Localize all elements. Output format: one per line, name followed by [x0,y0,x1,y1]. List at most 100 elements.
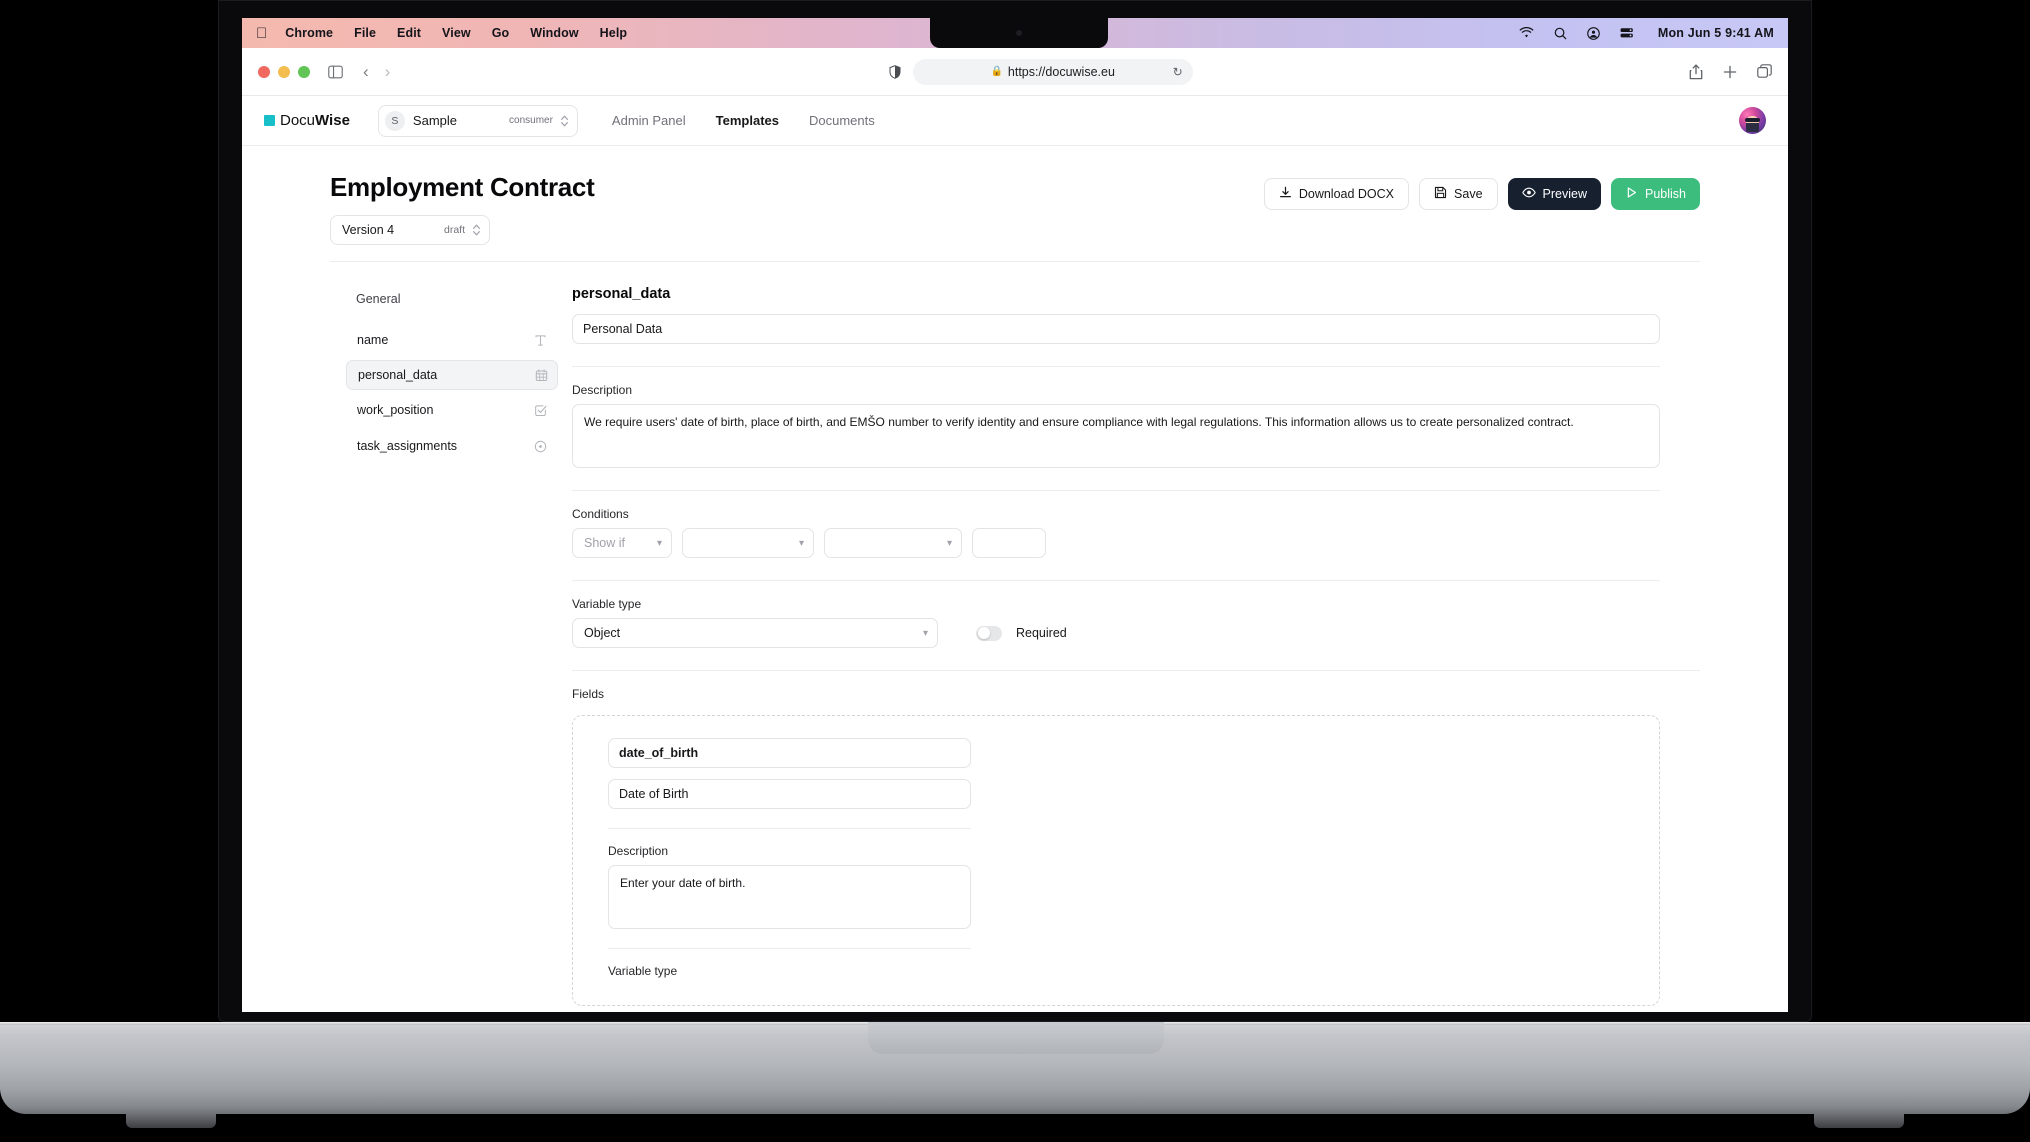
tab-overview-icon[interactable] [1757,64,1772,79]
back-arrow-icon[interactable]: ‹ [363,62,369,82]
page-title: Employment Contract [330,172,595,202]
app-logo[interactable]: Docu Wise [264,112,350,129]
plus-icon[interactable] [1723,65,1737,79]
field-variable-type-label: Variable type [608,964,678,978]
sidebar-item-label: task_assignments [357,439,458,453]
description-label: Description [572,383,633,397]
apple-icon[interactable]:  [256,26,267,41]
share-icon[interactable] [1689,63,1703,80]
chevron-updown-icon [472,223,481,237]
eye-icon [1521,186,1536,202]
editor-variable-name: personal_data [572,286,671,302]
variable-type-select[interactable]: Object ▾ [572,618,938,648]
nav-item-templates[interactable]: Templates [716,113,779,128]
menu-item-file[interactable]: File [354,26,376,40]
field-description-value: Enter your date of birth. [620,876,746,890]
browser-toolbar: ‹ › 🔒 https://docuwise.eu ↻ [242,48,1788,96]
close-button[interactable] [258,65,270,78]
version-select-value: Version 4 [342,223,395,237]
minimize-button[interactable] [278,65,290,78]
field-display-wrap: Date of Birth [608,779,971,809]
sidebar-item-task-assignments[interactable]: task_assignments [346,430,558,462]
condition-show-if-select[interactable]: Show if ▾ [572,528,672,558]
control-center-icon[interactable] [1587,26,1600,40]
nav-item-admin-panel[interactable]: Admin Panel [612,113,686,128]
preview-label: Preview [1542,187,1587,201]
app-header: Docu Wise S Sample consumer Admin Panel … [242,96,1788,146]
sidebar-toggle-icon[interactable] [328,65,343,79]
browser-right-actions [1689,63,1772,80]
logo-name-light: Docu [280,112,316,129]
version-select[interactable]: Version 4 draft [330,215,490,245]
radio-circle-icon [534,440,547,453]
logo-name-bold: Wise [315,112,350,129]
title-block: Employment Contract Version 4 draft [330,172,595,245]
download-docx-button[interactable]: Download DOCX [1263,178,1410,210]
omnibox-container: 🔒 https://docuwise.eu ↻ [406,58,1675,85]
condition-operator-select[interactable]: ▾ [824,528,962,558]
org-role-badge: consumer [509,115,553,126]
field-name-wrap: date_of_birth [608,738,971,768]
save-icon [1434,186,1447,202]
org-switcher[interactable]: S Sample consumer [377,104,578,137]
chevron-down-icon: ▾ [798,537,804,549]
condition-value-input[interactable] [972,528,1046,558]
chevron-down-icon: ▾ [946,537,952,549]
description-value: We require users' date of birth, place o… [584,415,1574,429]
variables-panel: General name personal_data work_position… [330,286,558,1006]
address-bar[interactable]: 🔒 https://docuwise.eu ↻ [912,58,1193,85]
field-divider-2 [608,948,971,949]
menu-item-edit[interactable]: Edit [397,26,421,40]
field-display-input[interactable]: Date of Birth [608,779,971,809]
field-card: date_of_birth Date of Birth Description … [572,715,1660,1006]
sidebar-item-work-position[interactable]: work_position [346,394,558,426]
menu-item-chrome[interactable]: Chrome [285,26,333,40]
required-toggle[interactable] [976,625,1002,641]
required-toggle-knob [977,627,990,639]
menu-item-go[interactable]: Go [492,26,510,40]
field-description-textarea[interactable]: Enter your date of birth. [608,865,971,929]
camera-icon [1016,30,1022,36]
search-icon[interactable] [1554,27,1567,40]
field-description-wrap: Description Enter your date of birth. [608,844,971,929]
nav-item-documents[interactable]: Documents [809,113,875,128]
menu-item-window[interactable]: Window [530,26,578,40]
user-avatar[interactable] [1739,107,1766,134]
menu-item-view[interactable]: View [442,26,471,40]
description-textarea[interactable]: We require users' date of birth, place o… [572,404,1660,468]
variable-editor: personal_data Personal Data Description [558,286,1700,1006]
wifi-icon[interactable] [1519,27,1534,39]
reload-icon[interactable]: ↻ [1173,65,1183,79]
sidebar-item-label: work_position [357,403,434,417]
zoom-button[interactable] [298,65,310,78]
condition-show-if-value: Show if [584,536,625,550]
publish-button[interactable]: Publish [1611,178,1700,210]
editor-layout: General name personal_data work_position… [330,262,1700,1006]
required-label: Required [1016,626,1067,640]
tracking-protection-icon[interactable] [889,59,901,85]
preview-button[interactable]: Preview [1507,178,1601,210]
sidebar-item-name[interactable]: name [346,324,558,356]
chevron-updown-icon [560,114,569,128]
content-inner: Employment Contract Version 4 draft Down… [242,172,1788,1006]
laptop-foot-right [1814,1114,1904,1128]
window-traffic-lights [258,65,310,78]
menu-bar-clock: Mon Jun 5 9:41 AM [1657,26,1774,40]
field-name-input[interactable]: date_of_birth [608,738,971,768]
display-name-input[interactable]: Personal Data [572,314,1660,344]
forward-arrow-icon[interactable]: › [385,62,391,82]
field-description-label: Description [608,844,669,858]
sidebar-item-label: name [357,333,389,347]
sidebar-item-personal-data[interactable]: personal_data [346,360,558,390]
battery-icon[interactable] [1620,27,1636,39]
save-button[interactable]: Save [1419,178,1498,210]
editor-divider-2 [572,490,1660,491]
conditions-label: Conditions [572,507,629,521]
lock-icon: 🔒 [990,66,1003,77]
field-display-value: Date of Birth [619,787,689,801]
condition-variable-select[interactable]: ▾ [682,528,814,558]
laptop-foot-left [126,1114,216,1128]
editor-divider-1 [572,366,1660,367]
menu-item-help[interactable]: Help [600,26,628,40]
publish-label: Publish [1645,187,1686,201]
